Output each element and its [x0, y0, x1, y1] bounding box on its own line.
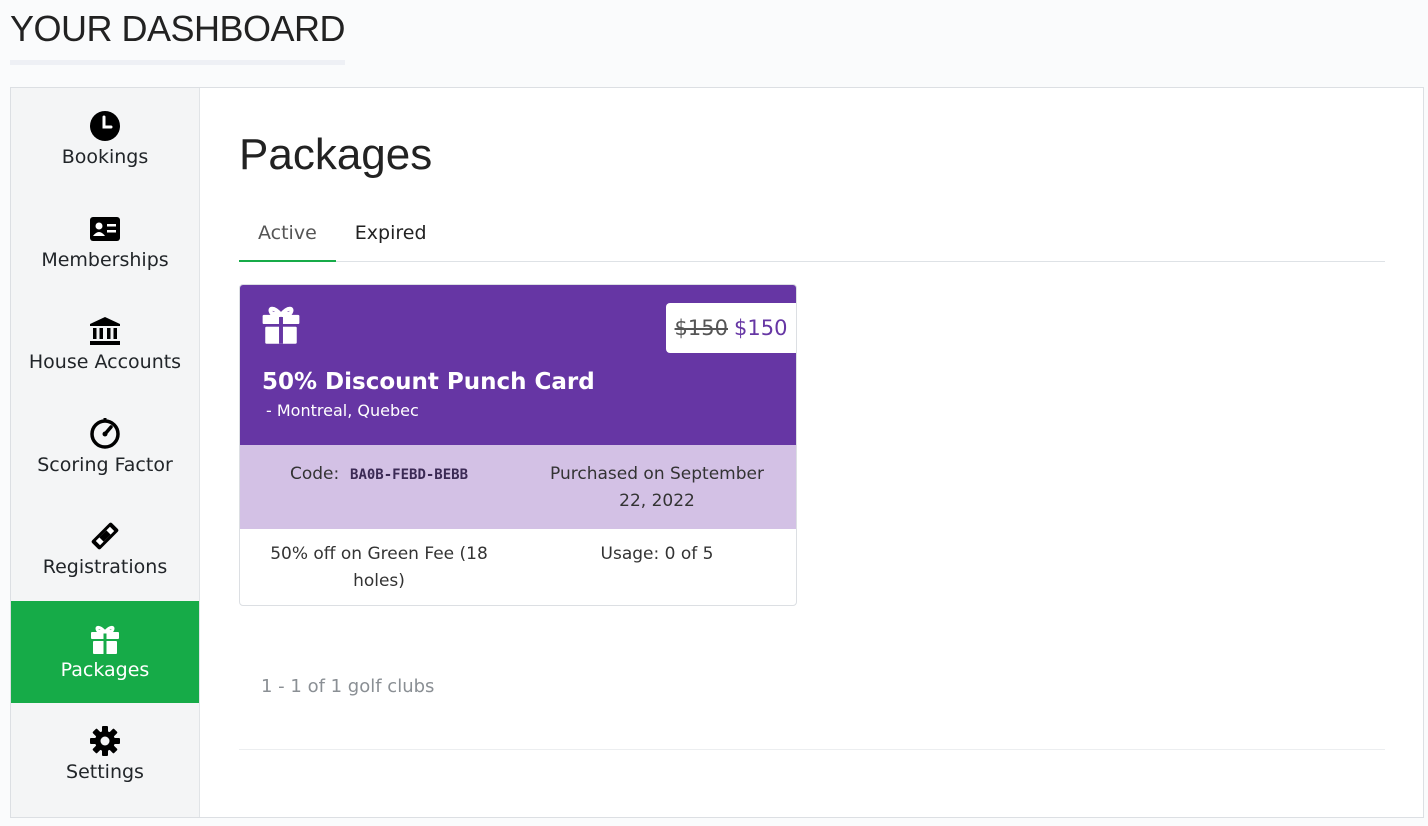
sidebar-item-label: Memberships: [41, 248, 169, 271]
price-tag: $150 $150: [666, 303, 796, 353]
sidebar-item-bookings[interactable]: Bookings: [11, 88, 199, 191]
sidebar-item-label: Registrations: [42, 556, 168, 579]
package-location: - Montreal, Quebec: [266, 401, 419, 420]
purchase-date: Purchased on September 22, 2022: [550, 464, 764, 511]
sidebar-item-label: Scoring Factor: [37, 453, 173, 476]
dashboard-header: YOUR DASHBOARD: [10, 8, 346, 65]
package-meta: Code: BA0B-FEBD-BEBB Purchased on Septem…: [240, 445, 796, 529]
dashboard-title: YOUR DASHBOARD: [10, 8, 346, 65]
price-current: $150: [734, 316, 788, 340]
package-card-header: $150 $150 50% Discount Punch Card - Mont…: [240, 285, 796, 445]
sidebar-item-registrations[interactable]: Registrations: [11, 498, 199, 601]
tab-active[interactable]: Active: [239, 212, 336, 262]
bank-icon: [89, 315, 121, 347]
ticket-icon: [89, 520, 121, 552]
price-original: $150: [674, 316, 728, 340]
clock-icon: [89, 110, 121, 142]
package-card[interactable]: $150 $150 50% Discount Punch Card - Mont…: [239, 284, 797, 606]
sidebar-item-label: House Accounts: [28, 351, 182, 374]
divider: [239, 749, 1385, 750]
gear-icon: [89, 725, 121, 757]
sidebar-item-label: Packages: [60, 658, 150, 681]
package-name: 50% Discount Punch Card: [262, 369, 595, 395]
page-title: Packages: [239, 130, 433, 179]
sidebar: Bookings Memberships House Accounts Scor…: [11, 88, 200, 817]
pagination-summary: 1 - 1 of 1 golf clubs: [261, 676, 435, 697]
id-card-icon: [89, 213, 121, 245]
package-description: 50% off on Green Fee (18 holes): [270, 544, 488, 591]
gauge-icon: [89, 417, 121, 450]
code-value: BA0B-FEBD-BEBB: [350, 467, 469, 483]
dashboard-panel: Bookings Memberships House Accounts Scor…: [10, 87, 1424, 818]
package-usage: Usage: 0 of 5: [600, 544, 714, 564]
code-label: Code:: [289, 464, 340, 484]
tab-bar: Active Expired: [239, 212, 1385, 262]
gift-icon: [260, 303, 302, 345]
sidebar-item-label: Settings: [66, 761, 144, 784]
tab-expired[interactable]: Expired: [336, 212, 446, 262]
main-content: Packages Active Expired $150 $150 50% Di…: [239, 88, 1385, 817]
sidebar-item-memberships[interactable]: Memberships: [11, 191, 199, 294]
sidebar-item-house-accounts[interactable]: House Accounts: [11, 293, 199, 396]
sidebar-item-settings[interactable]: Settings: [11, 703, 199, 806]
sidebar-item-packages[interactable]: Packages: [11, 600, 199, 703]
package-code: Code: BA0B-FEBD-BEBB: [240, 445, 518, 529]
sidebar-item-scoring-factor[interactable]: Scoring Factor: [11, 396, 199, 499]
gift-icon: [89, 623, 121, 655]
sidebar-item-label: Bookings: [61, 146, 149, 169]
package-details: 50% off on Green Fee (18 holes) Usage: 0…: [240, 529, 796, 605]
